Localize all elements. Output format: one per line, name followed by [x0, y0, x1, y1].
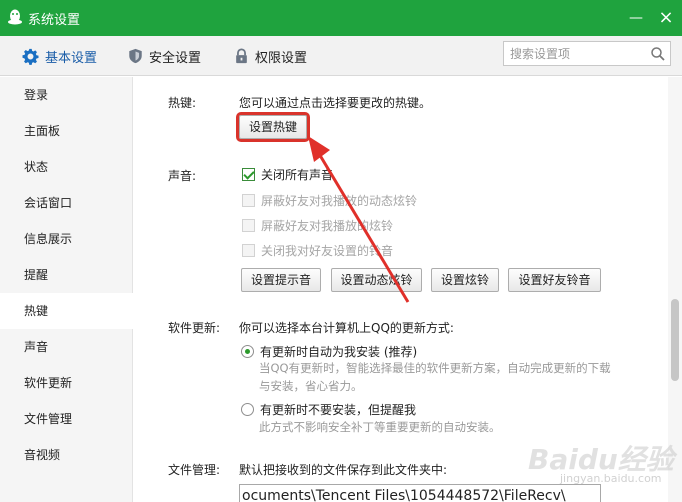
- close-button[interactable]: ×: [656, 8, 676, 28]
- search-box[interactable]: [503, 41, 671, 66]
- radio-dot[interactable]: [241, 345, 254, 358]
- sidebar-item[interactable]: 提醒: [0, 257, 132, 293]
- checkbox-label: 屏蔽好友对我播放的炫铃: [261, 219, 394, 233]
- checkbox-box[interactable]: [242, 168, 255, 181]
- sidebar-item[interactable]: 文件管理: [0, 401, 132, 437]
- baidu-watermark-url: jingyan.baidu.com: [560, 472, 662, 485]
- checkbox-box[interactable]: [242, 219, 255, 232]
- checkbox-block-ringtone[interactable]: 屏蔽好友对我播放的炫铃: [242, 217, 393, 234]
- sidebar-item[interactable]: 状态: [0, 149, 132, 185]
- checkbox-box[interactable]: [242, 194, 255, 207]
- set-ringtone-button[interactable]: 设置炫铃: [431, 268, 499, 292]
- qq-penguin-icon: [8, 9, 22, 25]
- auto-install-hint: 当QQ有更新时，智能选择最佳的软件更新方案，自动完成更新的下载: [259, 361, 611, 375]
- set-dynamic-ringtone-button[interactable]: 设置动态炫铃: [331, 268, 422, 292]
- set-alert-sound-button[interactable]: 设置提示音: [241, 268, 321, 292]
- tab-label: 权限设置: [255, 50, 308, 66]
- window-title: 系统设置: [28, 13, 81, 28]
- files-description: 默认把接收到的文件保存到此文件夹中:: [239, 463, 448, 477]
- hotkey-description: 您可以通过点击选择要更改的热键。: [239, 96, 432, 110]
- checkbox-block-dynamic-ringtone[interactable]: 屏蔽好友对我播放的动态炫铃: [242, 192, 417, 209]
- search-icon[interactable]: [650, 46, 666, 62]
- checkbox-mute-all[interactable]: 关闭所有声音: [242, 166, 333, 183]
- update-description: 你可以选择本台计算机上QQ的更新方式:: [239, 321, 454, 335]
- sidebar-item[interactable]: 主面板: [0, 113, 132, 149]
- sidebar: 登录 主面板 状态 会话窗口 信息展示 提醒 热键 声音 软件更新 文件管理 音视频: [0, 77, 133, 502]
- tab-security-settings[interactable]: 安全设置: [128, 36, 201, 76]
- checkbox-label: 关闭所有声音: [261, 168, 334, 182]
- title-bar: 系统设置 — ×: [0, 0, 682, 36]
- tab-bar: 基本设置 安全设置 权限设置: [0, 36, 682, 76]
- tab-label: 安全设置: [149, 50, 202, 66]
- gear-icon: [22, 48, 39, 65]
- minimize-button[interactable]: —: [626, 8, 646, 28]
- sound-label: 声音:: [168, 169, 197, 183]
- notify-only-hint: 此方式不影响安全补丁等重要更新的自动安装。: [259, 420, 501, 434]
- sidebar-item[interactable]: 热键: [0, 293, 133, 329]
- radio-label: 有更新时不要安装，但提醒我: [260, 403, 417, 417]
- update-label: 软件更新:: [168, 321, 221, 335]
- search-input[interactable]: [504, 42, 644, 65]
- radio-notify-only[interactable]: 有更新时不要安装，但提醒我: [241, 401, 416, 418]
- scrollbar-thumb[interactable]: [671, 299, 679, 381]
- tab-basic-settings[interactable]: 基本设置: [22, 36, 97, 76]
- checkbox-disable-friend-ringtone[interactable]: 关闭我对好友设置的铃音: [242, 242, 393, 259]
- sidebar-item[interactable]: 会话窗口: [0, 185, 132, 221]
- sidebar-item[interactable]: 声音: [0, 329, 132, 365]
- radio-label: 有更新时自动为我安装 (推荐): [260, 345, 418, 359]
- checkbox-box[interactable]: [242, 244, 255, 257]
- save-folder-path-input[interactable]: ocuments\Tencent Files\1054448572\FileRe…: [239, 484, 601, 502]
- tab-label: 基本设置: [45, 50, 98, 66]
- sidebar-item[interactable]: 信息展示: [0, 221, 132, 257]
- set-hotkey-button[interactable]: 设置热键: [236, 112, 310, 142]
- shield-icon: [129, 48, 142, 64]
- radio-auto-install[interactable]: 有更新时自动为我安装 (推荐): [241, 343, 417, 360]
- checkbox-label: 屏蔽好友对我播放的动态炫铃: [261, 194, 418, 208]
- sidebar-item[interactable]: 登录: [0, 77, 132, 113]
- tab-permission-settings[interactable]: 权限设置: [234, 36, 307, 76]
- radio-dot[interactable]: [241, 403, 254, 416]
- files-label: 文件管理:: [168, 463, 221, 477]
- auto-install-hint-2: 与安装，省心省力。: [259, 379, 363, 393]
- hotkey-label: 热键:: [168, 96, 197, 110]
- lock-icon: [236, 48, 247, 64]
- sidebar-item[interactable]: 音视频: [0, 437, 132, 473]
- set-friend-ringtone-button[interactable]: 设置好友铃音: [508, 268, 601, 292]
- checkbox-label: 关闭我对好友设置的铃音: [261, 244, 394, 258]
- sidebar-item[interactable]: 软件更新: [0, 365, 132, 401]
